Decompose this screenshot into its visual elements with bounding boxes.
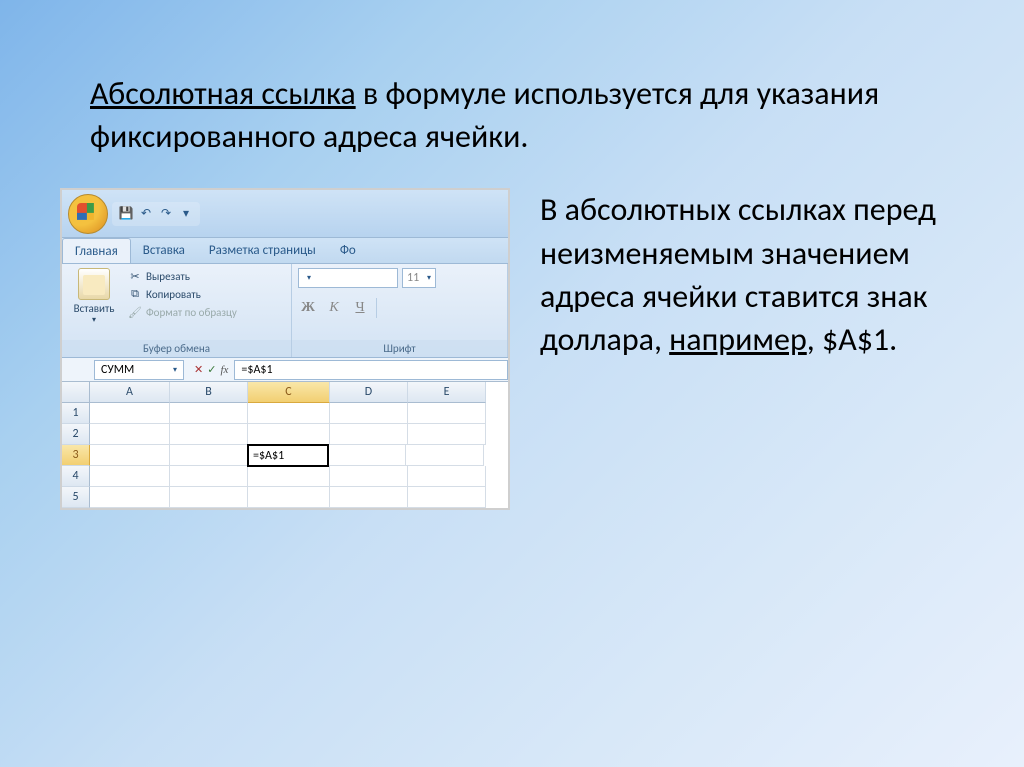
- font-name-combo[interactable]: ▾: [298, 268, 398, 288]
- formula-input[interactable]: =$A$1: [234, 360, 508, 380]
- row-header-1[interactable]: 1: [62, 403, 90, 424]
- font-size-combo[interactable]: 11▾: [402, 268, 436, 288]
- tab-insert[interactable]: Вставка: [131, 238, 197, 263]
- fx-icon[interactable]: fx: [220, 364, 228, 376]
- brush-icon: 🖌: [128, 305, 142, 319]
- cell-A3[interactable]: [90, 445, 170, 466]
- paste-button[interactable]: Вставить ▾: [68, 268, 120, 325]
- underline-button[interactable]: Ч: [350, 298, 370, 318]
- redo-icon[interactable]: ↷: [158, 206, 174, 222]
- col-header-E[interactable]: E: [408, 382, 486, 403]
- cell-C5[interactable]: [248, 487, 330, 508]
- col-header-A[interactable]: A: [90, 382, 170, 403]
- spreadsheet-grid: A B C D E 1 2: [62, 382, 508, 508]
- cancel-icon[interactable]: ✕: [194, 363, 203, 376]
- cell-B4[interactable]: [170, 466, 248, 487]
- paste-icon: [78, 268, 110, 300]
- cell-E3[interactable]: [406, 445, 484, 466]
- col-header-B[interactable]: B: [170, 382, 248, 403]
- quick-access-toolbar: 💾 ↶ ↷ ▾: [112, 202, 200, 226]
- side-part2: , $A$1.: [807, 320, 897, 359]
- name-box-value: СУММ: [101, 363, 134, 377]
- copy-icon: ⧉: [128, 287, 142, 301]
- tab-page-layout[interactable]: Разметка страницы: [197, 238, 328, 263]
- clipboard-group-label: Буфер обмена: [62, 340, 291, 357]
- font-size-value: 11: [407, 271, 419, 285]
- ribbon-body: Вставить ▾ ✂ Вырезать ⧉ Копировать: [62, 264, 508, 358]
- cell-A1[interactable]: [90, 403, 170, 424]
- separator: [376, 298, 377, 318]
- tab-home[interactable]: Главная: [62, 238, 131, 263]
- cut-button[interactable]: ✂ Вырезать: [126, 268, 239, 284]
- term-underlined: Абсолютная ссылка: [90, 74, 356, 113]
- cell-E4[interactable]: [408, 466, 486, 487]
- ribbon-tabs: Главная Вставка Разметка страницы Фо: [62, 238, 508, 264]
- cell-A4[interactable]: [90, 466, 170, 487]
- scissors-icon: ✂: [128, 269, 142, 283]
- select-all-corner[interactable]: [62, 382, 90, 403]
- cell-B2[interactable]: [170, 424, 248, 445]
- cell-E5[interactable]: [408, 487, 486, 508]
- cell-D5[interactable]: [330, 487, 408, 508]
- bold-button[interactable]: Ж: [298, 298, 318, 318]
- name-box[interactable]: СУММ ▾: [94, 360, 184, 380]
- top-paragraph: Абсолютная ссылка в формуле используется…: [0, 0, 1024, 188]
- cell-B5[interactable]: [170, 487, 248, 508]
- cell-D1[interactable]: [330, 403, 408, 424]
- format-painter-button[interactable]: 🖌 Формат по образцу: [126, 304, 239, 320]
- copy-button[interactable]: ⧉ Копировать: [126, 286, 239, 302]
- cell-C3-value: =$A$1: [253, 449, 284, 463]
- italic-button[interactable]: К: [324, 298, 344, 318]
- format-painter-label: Формат по образцу: [146, 306, 237, 319]
- cell-E1[interactable]: [408, 403, 486, 424]
- save-icon[interactable]: 💾: [118, 206, 134, 222]
- cell-A2[interactable]: [90, 424, 170, 445]
- font-group: ▾ 11▾ Ж К Ч Шрифт: [292, 264, 508, 357]
- copy-label: Копировать: [146, 288, 201, 301]
- cell-C1[interactable]: [248, 403, 330, 424]
- cell-A5[interactable]: [90, 487, 170, 508]
- enter-icon[interactable]: ✓: [207, 363, 216, 376]
- undo-icon[interactable]: ↶: [138, 206, 154, 222]
- row-header-4[interactable]: 4: [62, 466, 90, 487]
- cut-label: Вырезать: [146, 270, 190, 283]
- side-underlined: например: [669, 320, 807, 359]
- cell-D4[interactable]: [330, 466, 408, 487]
- side-paragraph: В абсолютных ссылках перед неизменяемым …: [540, 188, 1024, 510]
- excel-titlebar: 💾 ↶ ↷ ▾: [62, 190, 508, 238]
- cell-C3[interactable]: =$A$1: [247, 444, 329, 467]
- cell-B3[interactable]: [170, 445, 248, 466]
- cell-C4[interactable]: [248, 466, 330, 487]
- row-header-2[interactable]: 2: [62, 424, 90, 445]
- formula-bar: СУММ ▾ ✕ ✓ fx =$A$1: [62, 358, 508, 382]
- col-header-D[interactable]: D: [330, 382, 408, 403]
- office-button[interactable]: [68, 194, 108, 234]
- clipboard-group: Вставить ▾ ✂ Вырезать ⧉ Копировать: [62, 264, 292, 357]
- cell-D2[interactable]: [330, 424, 408, 445]
- tab-formulas[interactable]: Фо: [328, 238, 368, 263]
- excel-screenshot: 💾 ↶ ↷ ▾ Главная Вставка Разметка страниц…: [60, 188, 510, 510]
- row-header-5[interactable]: 5: [62, 487, 90, 508]
- col-header-C[interactable]: C: [248, 382, 330, 403]
- qat-dropdown-icon[interactable]: ▾: [178, 206, 194, 222]
- font-group-label: Шрифт: [292, 340, 507, 357]
- row-header-3[interactable]: 3: [62, 445, 90, 466]
- cell-D3[interactable]: [328, 445, 406, 466]
- cell-E2[interactable]: [408, 424, 486, 445]
- cell-B1[interactable]: [170, 403, 248, 424]
- column-headers: A B C D E: [62, 382, 508, 403]
- cell-C2[interactable]: [248, 424, 330, 445]
- formula-value: =$A$1: [241, 363, 272, 377]
- paste-label: Вставить: [74, 302, 115, 315]
